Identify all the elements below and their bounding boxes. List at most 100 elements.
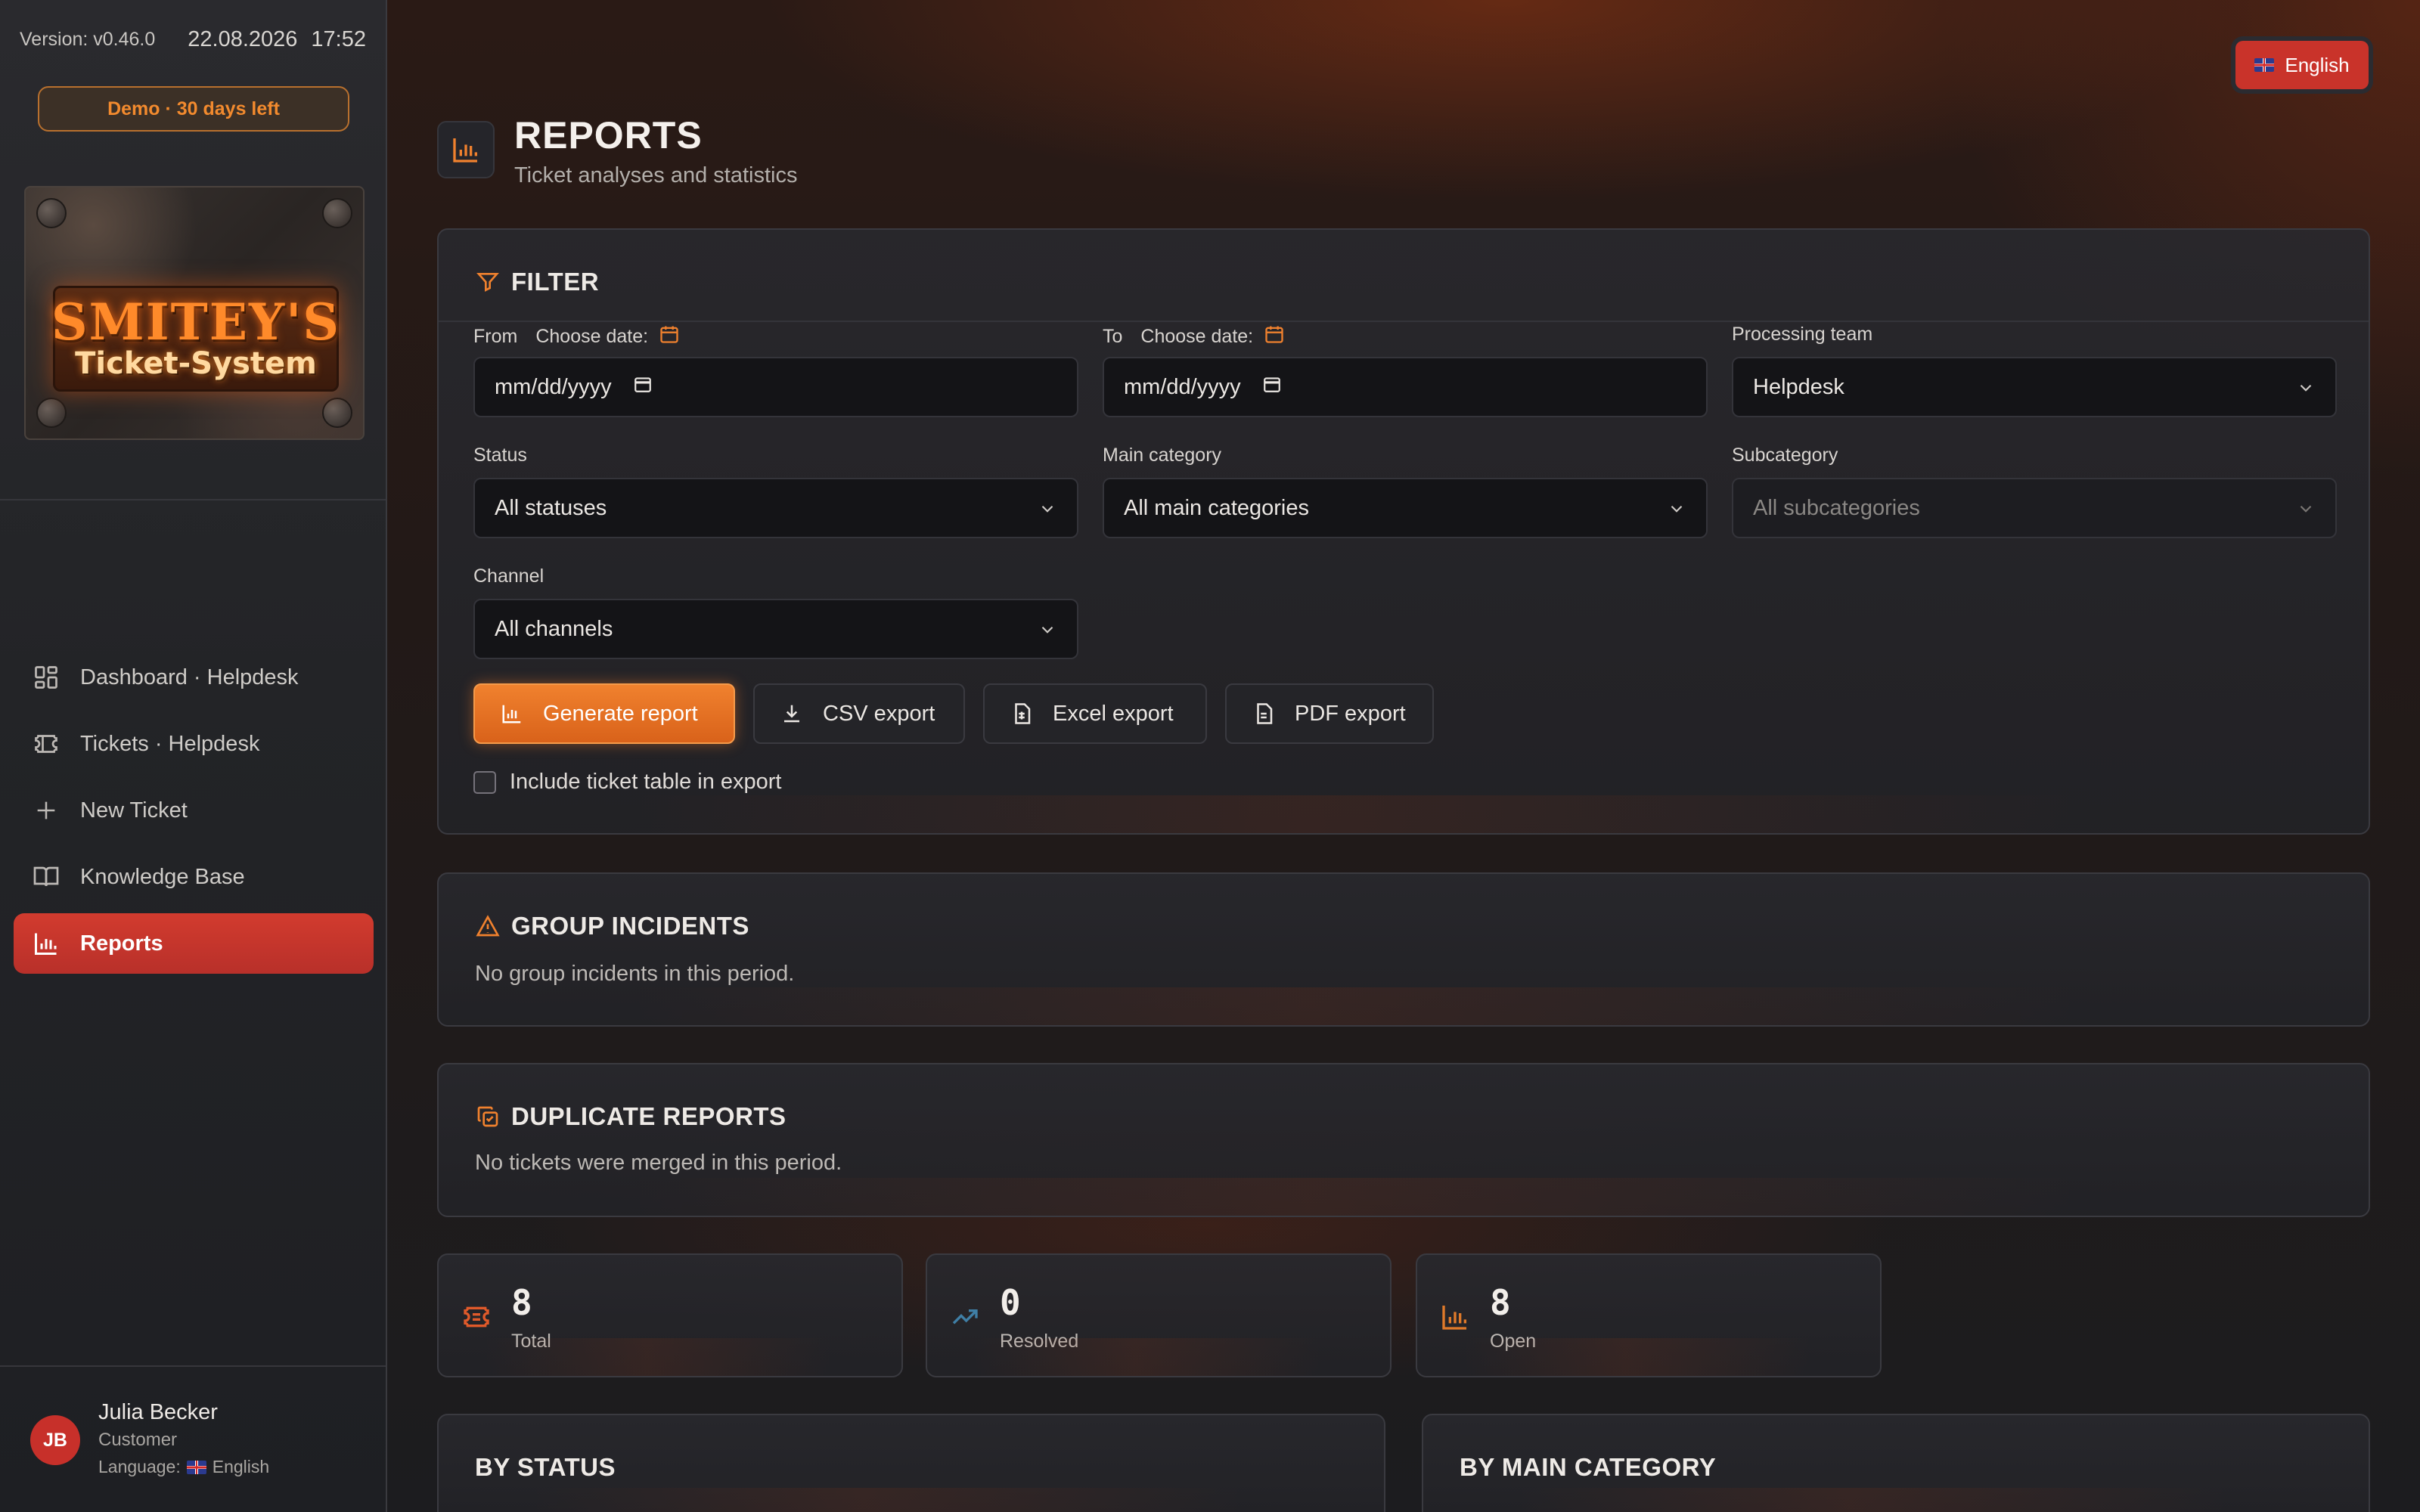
team-select-value: Helpdesk (1753, 374, 1844, 399)
logo-plate: SMITEY'S Ticket-System (51, 286, 340, 392)
spreadsheet-icon (1010, 702, 1033, 725)
ticket-icon (461, 1302, 492, 1336)
sidebar-item-label: Reports (80, 931, 163, 956)
chevron-down-icon (2296, 378, 2316, 404)
duplicate-reports-text: No tickets were merged in this period. (475, 1151, 842, 1175)
logo-bolt (322, 398, 352, 428)
from-choose-date[interactable]: Choose date: (535, 324, 680, 350)
time-text: 17:52 (311, 27, 366, 51)
include-table-checkbox[interactable] (473, 770, 496, 794)
choose-date-label: Choose date: (1140, 326, 1254, 347)
sidebar-item-dashboard[interactable]: Dashboard · Helpdesk (14, 647, 374, 708)
user-profile[interactable]: JB Julia Becker Customer Language: Engli… (30, 1400, 269, 1477)
to-label: To Choose date: (1103, 324, 1285, 350)
subcategory-select-value: All subcategories (1753, 495, 1920, 520)
from-date-input[interactable]: mm/dd/yyyy (473, 357, 1078, 417)
duplicate-reports-heading: DUPLICATE REPORTS (475, 1102, 786, 1131)
sidebar-item-tickets[interactable]: Tickets · Helpdesk (14, 714, 374, 774)
include-table-label: Include ticket table in export (510, 770, 782, 794)
status-label: Status (473, 445, 527, 466)
duplicate-reports-card: DUPLICATE REPORTS No tickets were merged… (437, 1063, 2370, 1217)
dashboard-icon (32, 663, 60, 692)
chevron-down-icon (1038, 499, 1057, 525)
stat-value: 0 (1000, 1282, 1021, 1323)
filter-icon (475, 269, 501, 295)
calendar-icon[interactable] (633, 374, 653, 400)
date-text: 22.08.2026 (188, 27, 298, 51)
excel-export-button[interactable]: Excel export (983, 683, 1207, 744)
stat-total: 8 Total (437, 1253, 903, 1377)
language-value: English (212, 1457, 270, 1476)
sidebar-item-label: Knowledge Base (80, 864, 245, 889)
generate-report-label: Generate report (543, 701, 698, 726)
user-language: Language: English (98, 1457, 269, 1477)
sidebar-divider (0, 499, 386, 500)
include-table-option[interactable]: Include ticket table in export (473, 770, 781, 795)
app-logo[interactable]: SMITEY'S Ticket-System (24, 186, 365, 440)
sidebar-nav: Dashboard · Helpdesk Tickets · Helpdesk … (14, 647, 374, 980)
status-select-value: All statuses (495, 495, 607, 520)
choose-date-label: Choose date: (535, 326, 649, 347)
sidebar-item-reports[interactable]: Reports (14, 913, 374, 974)
calendar-icon[interactable] (1264, 324, 1285, 350)
stat-label: Total (511, 1331, 551, 1352)
channel-select[interactable]: All channels (473, 599, 1078, 659)
filter-divider (439, 321, 2369, 322)
status-select[interactable]: All statuses (473, 478, 1078, 538)
page-subtitle: Ticket analyses and statistics (514, 163, 798, 187)
ticket-icon (32, 730, 60, 758)
logo-title: SMITEY'S (51, 293, 340, 352)
datetime: 22.08.2026 17:52 (188, 27, 366, 52)
csv-export-button[interactable]: CSV export (753, 683, 965, 744)
logo-bolt (322, 198, 352, 228)
csv-export-label: CSV export (823, 701, 935, 726)
document-icon (1252, 702, 1275, 725)
duplicate-reports-heading-label: DUPLICATE REPORTS (511, 1102, 786, 1130)
warning-icon (475, 913, 501, 939)
page-title: REPORTS (514, 114, 703, 156)
chevron-down-icon (1667, 499, 1686, 525)
sidebar: Version: v0.46.0 22.08.2026 17:52 Demo · … (0, 0, 387, 1512)
team-label: Processing team (1732, 324, 1873, 345)
trending-up-icon (950, 1302, 980, 1336)
sidebar-item-knowledge-base[interactable]: Knowledge Base (14, 847, 374, 907)
from-label-text: From (473, 326, 518, 347)
stat-resolved: 0 Resolved (926, 1253, 1392, 1377)
to-date-input[interactable]: mm/dd/yyyy (1103, 357, 1708, 417)
bar-chart-icon (501, 702, 523, 725)
language-button-label: English (2285, 53, 2350, 76)
stat-label: Open (1490, 1331, 1537, 1352)
stat-value: 8 (1490, 1282, 1511, 1323)
user-info: Julia Becker Customer Language: English (98, 1400, 269, 1477)
generate-report-button[interactable]: Generate report (473, 683, 735, 744)
uk-flag-icon (186, 1460, 206, 1474)
chevron-down-icon (1038, 620, 1057, 646)
pdf-export-button[interactable]: PDF export (1225, 683, 1434, 744)
language-button[interactable]: English (2235, 41, 2369, 89)
main-category-select[interactable]: All main categories (1103, 478, 1708, 538)
sidebar-item-label: Tickets · Helpdesk (80, 731, 260, 756)
filter-heading-label: FILTER (511, 268, 600, 296)
to-date-value: mm/dd/yyyy (1124, 374, 1241, 399)
team-select[interactable]: Helpdesk (1732, 357, 2337, 417)
user-name: Julia Becker (98, 1400, 218, 1424)
user-role: Customer (98, 1430, 178, 1450)
language-label: Language: (98, 1457, 181, 1476)
excel-export-label: Excel export (1053, 701, 1174, 726)
sidebar-item-new-ticket[interactable]: New Ticket (14, 780, 374, 841)
logo-bolt (36, 198, 67, 228)
calendar-icon[interactable] (1262, 374, 1282, 400)
bar-chart-icon (1440, 1302, 1470, 1336)
book-icon (32, 863, 60, 891)
from-date-value: mm/dd/yyyy (495, 374, 612, 399)
sidebar-divider (0, 1365, 386, 1367)
by-status-card: BY STATUS (437, 1414, 1385, 1512)
channel-select-value: All channels (495, 616, 613, 641)
pdf-export-label: PDF export (1295, 701, 1406, 726)
stat-open: 8 Open (1416, 1253, 1882, 1377)
group-incidents-text: No group incidents in this period. (475, 962, 795, 986)
calendar-icon[interactable] (659, 324, 680, 350)
subcategory-select[interactable]: All subcategories (1732, 478, 2337, 538)
to-choose-date[interactable]: Choose date: (1140, 324, 1285, 350)
bar-chart-icon (32, 929, 60, 958)
